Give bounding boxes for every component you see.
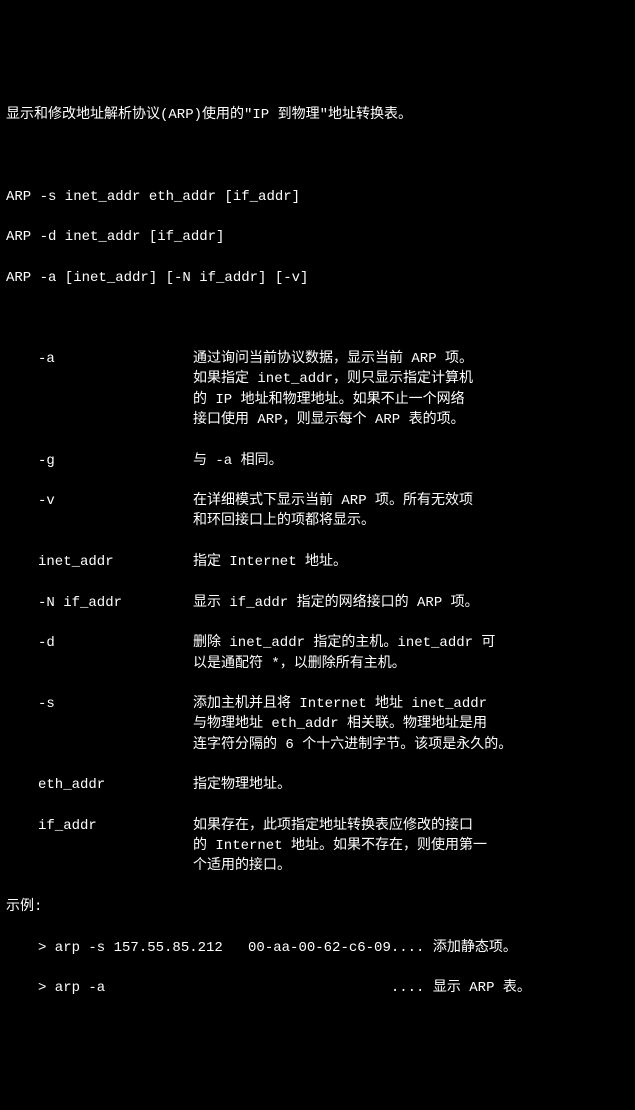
example-cmd: > arp -a .... [38, 980, 424, 996]
option-desc: 添加主机并且将 Internet 地址 inet_addr与物理地址 eth_a… [193, 694, 633, 755]
option-flag: -g [38, 451, 193, 471]
terminal-output: 显示和修改地址解析协议(ARP)使用的"IP 到物理"地址转换表。 ARP -s… [6, 85, 629, 1019]
option-row: -v在详细模式下显示当前 ARP 项。所有无效项和环回接口上的项都将显示。 [6, 491, 629, 532]
blank-line [6, 308, 629, 328]
usage-line: ARP -a [inet_addr] [-N if_addr] [-v] [6, 268, 629, 288]
option-row: -a通过询问当前协议数据，显示当前 ARP 项。如果指定 inet_addr，则… [6, 349, 629, 430]
option-desc: 删除 inet_addr 指定的主机。inet_addr 可以是通配符 *，以删… [193, 633, 633, 674]
option-row: eth_addr指定物理地址。 [6, 775, 629, 795]
example-note: 添加静态项。 [433, 940, 517, 956]
option-flag: -d [38, 633, 193, 653]
option-row: -d删除 inet_addr 指定的主机。inet_addr 可以是通配符 *，… [6, 633, 629, 674]
option-flag: eth_addr [38, 775, 193, 795]
option-row: -N if_addr显示 if_addr 指定的网络接口的 ARP 项。 [6, 593, 629, 613]
example-cmd: > arp -s 157.55.85.212 00-aa-00-62-c6-09… [38, 940, 424, 956]
option-desc: 通过询问当前协议数据，显示当前 ARP 项。如果指定 inet_addr，则只显… [193, 349, 633, 430]
option-row: -s添加主机并且将 Internet 地址 inet_addr与物理地址 eth… [6, 694, 629, 755]
option-row: -g与 -a 相同。 [6, 451, 629, 471]
option-desc: 如果存在，此项指定地址转换表应修改的接口的 Internet 地址。如果不存在，… [193, 816, 633, 877]
option-desc: 与 -a 相同。 [193, 451, 633, 471]
usage-line: ARP -s inet_addr eth_addr [if_addr] [6, 187, 629, 207]
option-desc: 指定物理地址。 [193, 775, 633, 795]
option-flag: inet_addr [38, 552, 193, 572]
option-flag: -N if_addr [38, 593, 193, 613]
option-flag: -s [38, 694, 193, 714]
option-desc: 指定 Internet 地址。 [193, 552, 633, 572]
option-flag: if_addr [38, 816, 193, 836]
examples-label: 示例: [6, 897, 629, 917]
option-row: inet_addr指定 Internet 地址。 [6, 552, 629, 572]
example-line: > arp -s 157.55.85.212 00-aa-00-62-c6-09… [6, 938, 629, 958]
example-line: > arp -a .... 显示 ARP 表。 [6, 978, 629, 998]
option-flag: -a [38, 349, 193, 369]
blank-line [6, 146, 629, 166]
option-desc: 显示 if_addr 指定的网络接口的 ARP 项。 [193, 593, 633, 613]
option-flag: -v [38, 491, 193, 511]
header-line: 显示和修改地址解析协议(ARP)使用的"IP 到物理"地址转换表。 [6, 105, 629, 125]
option-desc: 在详细模式下显示当前 ARP 项。所有无效项和环回接口上的项都将显示。 [193, 491, 633, 532]
option-row: if_addr如果存在，此项指定地址转换表应修改的接口的 Internet 地址… [6, 816, 629, 877]
example-note: 显示 ARP 表。 [433, 980, 531, 996]
usage-line: ARP -d inet_addr [if_addr] [6, 227, 629, 247]
